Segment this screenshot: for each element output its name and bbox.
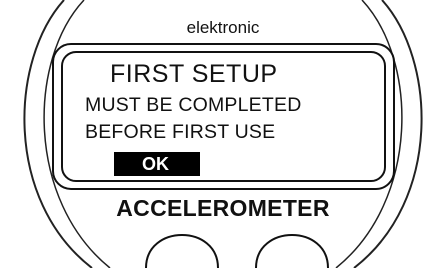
ok-button[interactable]: OK xyxy=(114,152,200,176)
device-face: elektronic FIRST SETUP MUST BE COMPLETED… xyxy=(0,0,446,268)
screen-title: FIRST SETUP xyxy=(110,60,278,88)
right-hardware-button[interactable] xyxy=(255,234,329,268)
screen-message-line-2: BEFORE FIRST USE xyxy=(85,121,276,143)
left-hardware-button[interactable] xyxy=(145,234,219,268)
screen-message-line-1: MUST BE COMPLETED xyxy=(85,94,302,116)
model-label: ACCELEROMETER xyxy=(116,195,330,221)
brand-label: elektronic xyxy=(186,18,260,37)
